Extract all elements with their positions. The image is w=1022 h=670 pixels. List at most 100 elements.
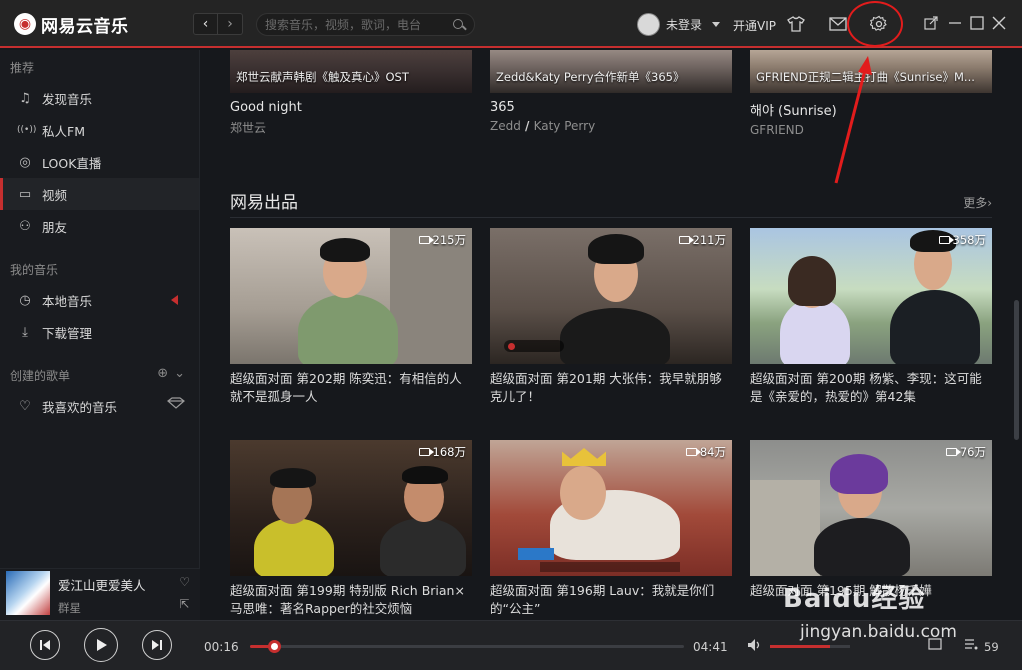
video-thumbnail[interactable]: 215万	[230, 228, 472, 364]
search-input[interactable]	[265, 17, 452, 32]
video-thumbnail[interactable]: 84万	[490, 440, 732, 576]
radio-waves-icon: ((•))	[17, 125, 37, 135]
song-card[interactable]: 郑世云献声韩剧《触及真心》OST Good night 郑世云	[230, 50, 472, 137]
mini-mode-icon[interactable]	[922, 14, 940, 32]
video-thumbnail[interactable]: 168万	[230, 440, 472, 576]
main-content: 郑世云献声韩剧《触及真心》OST Good night 郑世云 Zedd&Kat…	[200, 50, 1012, 620]
user-name[interactable]: 未登录	[666, 16, 702, 33]
video-title[interactable]: 超级面对面 第199期 特别版 Rich Brian×马思唯：著名Rapper的…	[230, 582, 466, 618]
video-card[interactable]: 211万 超级面对面 第201期 大张伟：我早就朋够克儿了！	[490, 228, 732, 440]
song-caption: GFRIEND正规二辑主打曲《Sunrise》M...	[756, 70, 975, 84]
playlist-icon[interactable]	[964, 637, 978, 655]
search-box[interactable]	[256, 13, 475, 36]
song-caption: 郑世云献声韩剧《触及真心》OST	[236, 70, 409, 84]
close-icon[interactable]	[990, 14, 1008, 32]
netease-logo-icon: ◉	[14, 13, 36, 35]
play-button[interactable]	[84, 628, 118, 662]
song-thumbnail[interactable]: GFRIEND正规二辑主打曲《Sunrise》M...	[750, 50, 992, 93]
song-title[interactable]: 해야 (Sunrise)	[750, 100, 992, 119]
video-card[interactable]: 215万 超级面对面 第202期 陈奕迅：有相信的人 就不是孤身一人	[230, 228, 472, 440]
song-title[interactable]: 365	[490, 100, 732, 115]
song-thumbnail[interactable]: 郑世云献声韩剧《触及真心》OST	[230, 50, 472, 93]
album-cover[interactable]	[6, 571, 50, 615]
video-card[interactable]: 84万 超级面对面 第196期 Lauv：我就是你们的“公主”	[490, 440, 732, 620]
forward-button[interactable]: ›	[218, 13, 243, 35]
video-camera-icon	[685, 448, 701, 456]
add-playlist-icon[interactable]: ⊕	[157, 366, 168, 381]
now-playing-panel[interactable]: 爱江山更爱美人 群星 ♡ ⇱	[0, 568, 200, 620]
chevron-down-icon[interactable]: ⌄	[174, 366, 185, 381]
volume-icon[interactable]	[747, 638, 763, 656]
song-title[interactable]: Good night	[230, 100, 472, 115]
artist-link[interactable]: Zedd	[490, 119, 521, 133]
scrollbar-thumb[interactable]	[1014, 300, 1019, 440]
video-title[interactable]: 超级面对面 第202期 陈奕迅：有相信的人 就不是孤身一人	[230, 370, 466, 406]
sidebar-item-downloads[interactable]: ⤓ 下载管理	[0, 316, 199, 348]
now-playing-title[interactable]: 爱江山更爱美人	[58, 575, 146, 594]
live-icon: ◎	[19, 154, 31, 170]
view-count: 168万	[432, 445, 466, 459]
video-thumbnail[interactable]: 76万	[750, 440, 992, 576]
video-thumbnail[interactable]: 358万	[750, 228, 992, 364]
sidebar: 推荐 ♫ 发现音乐 ((•)) 私人FM ◎ LOOK直播 ▭ 视频 ⚇ 朋友 …	[0, 50, 200, 620]
heart-mode-icon[interactable]	[167, 397, 185, 409]
sidebar-item-video[interactable]: ▭ 视频	[0, 178, 199, 210]
sidebar-item-label: 发现音乐	[42, 91, 93, 107]
maximize-icon[interactable]	[968, 14, 986, 32]
view-count: 84万	[699, 445, 726, 459]
video-thumbnail[interactable]: 211万	[490, 228, 732, 364]
artist-link[interactable]: Katy Perry	[534, 119, 596, 133]
video-camera-icon	[938, 236, 954, 244]
now-playing-artist[interactable]: 群星	[58, 600, 146, 616]
video-title[interactable]: 超级面对面 第196期 Lauv：我就是你们的“公主”	[490, 582, 726, 618]
video-grid: 215万 超级面对面 第202期 陈奕迅：有相信的人 就不是孤身一人 211万 …	[230, 228, 992, 620]
app-name: 网易云音乐	[41, 16, 129, 37]
video-camera-icon	[418, 236, 434, 244]
minimize-icon[interactable]	[946, 14, 964, 32]
like-heart-icon[interactable]: ♡	[179, 575, 190, 589]
view-count: 358万	[952, 233, 986, 247]
search-icon[interactable]	[452, 18, 466, 32]
volume-fill	[770, 645, 830, 648]
view-count-badge: 76万	[945, 444, 986, 460]
more-link[interactable]: 更多›	[963, 194, 992, 211]
view-count-badge: 168万	[418, 444, 466, 460]
volume-slider[interactable]	[770, 645, 850, 648]
sidebar-item-friends[interactable]: ⚇ 朋友	[0, 210, 199, 242]
progress-handle[interactable]	[268, 640, 282, 653]
section-header: 网易出品 更多›	[230, 188, 992, 218]
video-title[interactable]: 超级面对面 第201期 大张伟：我早就朋够克儿了！	[490, 370, 726, 406]
song-artist[interactable]: 郑世云	[230, 119, 472, 136]
sidebar-item-label: LOOK直播	[42, 155, 102, 171]
current-time: 00:16	[204, 640, 239, 654]
skin-tshirt-icon[interactable]	[786, 14, 806, 34]
local-music-icon: ◷	[19, 292, 31, 308]
app-logo[interactable]: ◉ 网易云音乐	[14, 12, 129, 37]
sidebar-item-look-live[interactable]: ◎ LOOK直播	[0, 146, 199, 178]
song-caption: Zedd&Katy Perry合作新单《365》	[496, 70, 685, 84]
share-icon[interactable]: ⇱	[179, 597, 190, 611]
avatar[interactable]	[637, 13, 660, 36]
view-count-badge: 211万	[678, 232, 726, 248]
song-thumbnail[interactable]: Zedd&Katy Perry合作新单《365》	[490, 50, 732, 93]
video-card[interactable]: 358万 超级面对面 第200期 杨紫、李现：这可能是《亲爱的，热爱的》第42集	[750, 228, 992, 440]
mail-icon[interactable]	[828, 14, 848, 34]
video-title[interactable]: 超级面对面 第200期 杨紫、李现：这可能是《亲爱的，热爱的》第42集	[750, 370, 986, 406]
sidebar-item-local-music[interactable]: ◷ 本地音乐	[0, 284, 199, 316]
playlist-count[interactable]: 59	[984, 640, 999, 654]
title-bar: ◉ 网易云音乐 ‹ › 未登录 开通VIP	[0, 0, 1022, 48]
chevron-down-icon[interactable]	[712, 22, 721, 27]
vip-button[interactable]: 开通VIP	[733, 17, 776, 34]
sidebar-item-fm[interactable]: ((•)) 私人FM	[0, 114, 199, 146]
song-card[interactable]: GFRIEND正规二辑主打曲《Sunrise》M... 해야 (Sunrise)…	[750, 50, 992, 137]
user-menu[interactable]: 未登录	[637, 13, 721, 36]
song-card[interactable]: Zedd&Katy Perry合作新单《365》 365 Zedd / Katy…	[490, 50, 732, 137]
next-track-button[interactable]	[142, 630, 172, 660]
sidebar-item-discover[interactable]: ♫ 发现音乐	[0, 82, 199, 114]
video-card[interactable]: 168万 超级面对面 第199期 特别版 Rich Brian×马思唯：著名Ra…	[230, 440, 472, 620]
previous-track-button[interactable]	[30, 630, 60, 660]
sidebar-item-label: 我喜欢的音乐	[42, 399, 118, 415]
song-artist[interactable]: GFRIEND	[750, 123, 992, 137]
progress-bar[interactable]	[250, 640, 684, 653]
back-button[interactable]: ‹	[193, 13, 218, 35]
